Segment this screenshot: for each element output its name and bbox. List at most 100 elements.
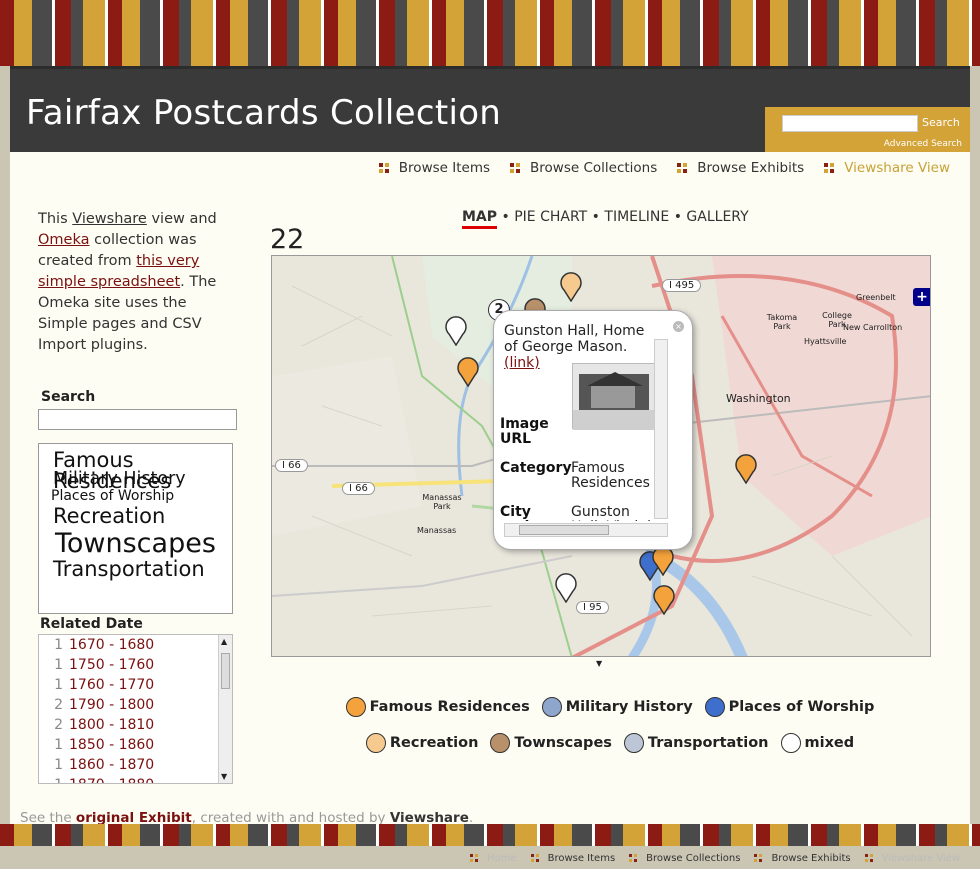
date-facet-row[interactable]: 2 1790 - 1800 xyxy=(39,695,232,715)
legend-swatch-icon xyxy=(345,697,366,717)
tag-places-of-worship[interactable]: Places of Worship xyxy=(49,489,232,503)
map-label-washington: Washington xyxy=(726,392,791,405)
popup-close-icon[interactable]: × xyxy=(673,321,684,332)
main-content: Browse Items Browse Collections Browse E… xyxy=(10,152,970,824)
date-scrollbar[interactable]: ▲ ▼ xyxy=(218,635,232,783)
marker-famous-residence[interactable] xyxy=(653,585,675,615)
legend-swatch-icon xyxy=(623,733,644,753)
nav-browse-items[interactable]: Browse Items xyxy=(378,160,490,176)
header-search: Search Advanced Search xyxy=(765,107,970,157)
top-nav: Browse Items Browse Collections Browse E… xyxy=(359,160,950,176)
advanced-search-link[interactable]: Advanced Search xyxy=(884,139,962,149)
footer-nav-browse-exhibits[interactable]: Browse Exhibits xyxy=(754,853,851,864)
scroll-thumb[interactable] xyxy=(221,653,230,689)
date-count: 2 xyxy=(54,717,63,733)
tab-timeline[interactable]: TIMELINE xyxy=(604,209,669,225)
date-range[interactable]: 1670 - 1680 xyxy=(69,637,154,653)
related-date-label: Related Date xyxy=(40,616,143,632)
tag-transportation[interactable]: Transportation xyxy=(49,558,232,580)
legend-item: Transportation xyxy=(623,728,769,758)
date-facet-row[interactable]: 2 1800 - 1810 xyxy=(39,715,232,735)
tag-townscapes[interactable]: Townscapes xyxy=(49,530,232,557)
date-range[interactable]: 1860 - 1870 xyxy=(69,757,154,773)
legend-item: Famous Residences xyxy=(345,692,530,722)
shield-i95: I 95 xyxy=(576,601,609,614)
footer-nav: Home Browse Items Browse Collections Bro… xyxy=(456,853,960,864)
date-range[interactable]: 1870 - 1880 xyxy=(69,777,154,783)
shield-i66-east: I 66 xyxy=(342,482,375,495)
date-range[interactable]: 1760 - 1770 xyxy=(69,677,154,693)
scroll-down-icon[interactable]: ▼ xyxy=(221,772,227,781)
marker-recreation[interactable] xyxy=(560,272,582,302)
footer-nav-browse-collections[interactable]: Browse Collections xyxy=(629,853,740,864)
viewshare-link[interactable]: Viewshare xyxy=(72,211,147,227)
result-count: 22 xyxy=(270,224,305,255)
tag-military-history[interactable]: Military History xyxy=(49,470,232,489)
popup-link[interactable]: (link) xyxy=(504,355,540,371)
date-range[interactable]: 1800 - 1810 xyxy=(69,717,154,733)
marker-mixed[interactable] xyxy=(445,316,467,346)
nav-browse-collections[interactable]: Browse Collections xyxy=(510,160,657,176)
marker-mixed[interactable] xyxy=(555,573,577,603)
map-collapse-icon[interactable]: ▼ xyxy=(596,659,602,668)
date-range[interactable]: 1850 - 1860 xyxy=(69,737,154,753)
date-facet-row[interactable]: 1 1850 - 1860 xyxy=(39,735,232,755)
tab-gallery[interactable]: GALLERY xyxy=(686,209,748,225)
bullet-icon xyxy=(629,854,638,863)
footer-nav-browse-items[interactable]: Browse Items xyxy=(530,853,615,864)
header-search-button[interactable]: Search xyxy=(922,116,960,129)
date-range[interactable]: 1790 - 1800 xyxy=(69,697,154,713)
header-search-input[interactable] xyxy=(782,115,918,132)
related-date-list: 1 1670 - 1680 1 1750 - 1760 1 1760 - 1770 2 179… xyxy=(38,634,233,784)
footer-nav-home[interactable]: Home xyxy=(470,853,517,864)
date-facet-row[interactable]: 1 1670 - 1680 xyxy=(39,635,232,655)
bullet-icon xyxy=(824,162,835,174)
date-facet-row[interactable]: 1 1750 - 1760 xyxy=(39,655,232,675)
bullet-icon xyxy=(378,162,390,174)
nav-viewshare-view[interactable]: Viewshare View xyxy=(824,160,950,176)
bullet-icon xyxy=(530,854,540,863)
footer-stripes xyxy=(0,824,980,846)
search-label: Search xyxy=(41,389,96,405)
legend-swatch-icon xyxy=(490,733,511,753)
shield-i66-west: I 66 xyxy=(275,459,308,472)
tag-cloud: Famous Residences Military History Place… xyxy=(38,443,233,614)
popup-vscrollbar[interactable] xyxy=(654,339,668,519)
map-label-new-carrollton: New Carrollton xyxy=(843,323,903,332)
popup-category-label: Category xyxy=(500,460,572,476)
site-title: Fairfax Postcards Collection xyxy=(26,93,502,133)
date-facet-row[interactable]: 11870 - 1880 xyxy=(39,775,232,783)
date-count: 1 xyxy=(54,657,63,673)
marker-famous-residence[interactable] xyxy=(652,546,674,576)
postcard-thumbnail[interactable] xyxy=(572,363,657,430)
popup-hscrollbar[interactable] xyxy=(504,523,668,537)
date-count: 2 xyxy=(54,697,63,713)
header-stripes xyxy=(0,0,980,66)
date-facet-row[interactable]: 1 1760 - 1770 xyxy=(39,675,232,695)
date-count: 1 xyxy=(54,637,63,653)
tag-recreation[interactable]: Recreation xyxy=(49,505,232,527)
popup-image-label: Image URL xyxy=(500,416,549,447)
date-count: 1 xyxy=(54,757,63,773)
marker-famous-residence[interactable] xyxy=(735,454,757,484)
date-count: 1 xyxy=(54,737,63,753)
omeka-link[interactable]: Omeka xyxy=(38,232,90,248)
tab-map[interactable]: MAP xyxy=(462,209,498,229)
popup-category-value: Famous Residences xyxy=(571,460,650,491)
house-image xyxy=(573,364,657,430)
nav-browse-exhibits[interactable]: Browse Exhibits xyxy=(677,160,804,176)
footer-nav-viewshare-view[interactable]: Viewshare View xyxy=(864,853,960,864)
legend-item: Townscapes xyxy=(490,728,612,758)
tab-pie-chart[interactable]: PIE CHART xyxy=(514,209,587,225)
date-count: 1 xyxy=(54,677,63,693)
view-tabs: MAP • PIE CHART • TIMELINE • GALLERY xyxy=(462,209,749,229)
popup-city-value: Gunston Hall, Virginia xyxy=(571,505,660,521)
popup-city-label: City and State xyxy=(500,505,531,521)
marker-famous-residence[interactable] xyxy=(457,357,479,387)
map-popup: × Gunston Hall, Home of George Mason. (l… xyxy=(493,310,693,550)
scroll-up-icon[interactable]: ▲ xyxy=(221,637,227,646)
map-zoom-in-icon[interactable]: + xyxy=(913,288,930,306)
facet-search-input[interactable] xyxy=(38,409,237,430)
date-facet-row[interactable]: 1 1860 - 1870 xyxy=(39,755,232,775)
date-range[interactable]: 1750 - 1760 xyxy=(69,657,154,673)
